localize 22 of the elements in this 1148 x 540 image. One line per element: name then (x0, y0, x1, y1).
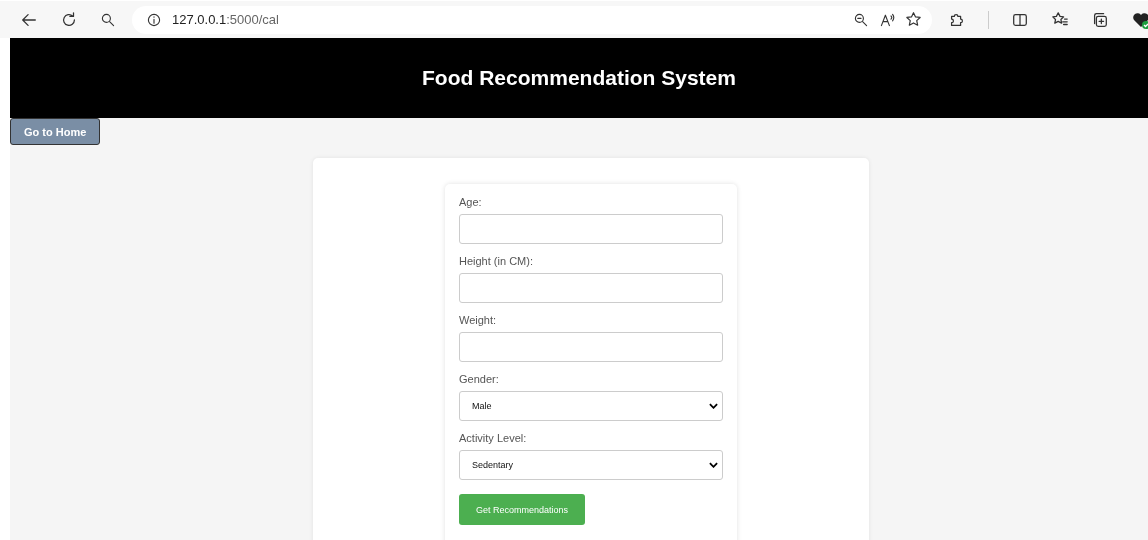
refresh-icon[interactable] (60, 10, 78, 29)
field-label: Age: (459, 196, 483, 208)
field-label: Gender: (459, 373, 500, 385)
url-text: 127.0.0.1:5000/cal (172, 12, 280, 27)
select-field[interactable]: Sedentary (459, 450, 723, 480)
address-bar[interactable]: 127.0.0.1:5000/cal (132, 5, 932, 34)
search-icon[interactable] (100, 11, 116, 28)
page-title: Food Recommendation System (422, 66, 736, 90)
read-aloud-icon[interactable] (879, 11, 895, 28)
chevron-icon (709, 462, 718, 468)
star-icon[interactable] (905, 11, 922, 28)
collections-icon[interactable] (1091, 10, 1109, 29)
field-label: Height (in CM): (459, 255, 534, 267)
info-icon[interactable] (146, 11, 162, 28)
input-field[interactable] (459, 214, 723, 244)
input-field[interactable] (459, 332, 723, 362)
select-field[interactable]: Male (459, 391, 723, 421)
chevron-icon (709, 403, 718, 409)
field-label: Weight: (459, 314, 498, 326)
field-label: Activity Level: (459, 432, 528, 444)
input-field[interactable] (459, 273, 723, 303)
zoom-out-icon[interactable] (853, 11, 869, 28)
